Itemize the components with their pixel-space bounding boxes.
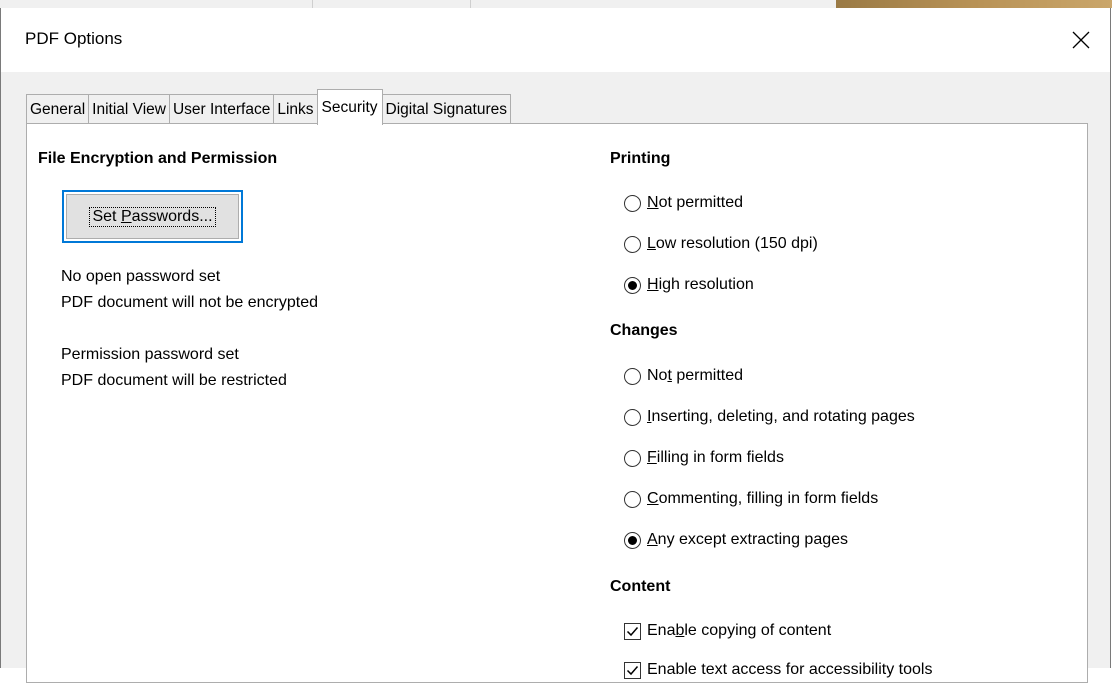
open-password-status: No open password set: [61, 268, 221, 285]
dialog-title: PDF Options: [25, 29, 123, 48]
security-panel: File Encryption and Permission Set Passw…: [26, 123, 1088, 683]
set-passwords-label: Set Passwords...: [89, 206, 216, 227]
radio-button-selected: [624, 276, 641, 294]
changes-commenting-radio[interactable]: Commenting, filling in form fields: [624, 486, 878, 512]
changes-heading: Changes: [610, 322, 678, 339]
option-label: Not permitted: [647, 194, 744, 211]
enable-copying-checkbox[interactable]: Enable copying of content: [624, 618, 831, 644]
option-label: Filling in form fields: [647, 449, 784, 466]
tab-links[interactable]: Links: [273, 94, 317, 124]
changes-not-permitted-radio[interactable]: Not permitted: [624, 363, 743, 389]
changes-filling-form-fields-radio[interactable]: Filling in form fields: [624, 445, 784, 471]
radio-dot: [628, 280, 637, 290]
changes-any-except-extracting-radio[interactable]: Any except extracting pages: [624, 527, 848, 553]
option-label: Inserting, deleting, and rotating pages: [647, 408, 915, 425]
checkmark-icon: [626, 626, 639, 636]
background-image: [836, 0, 1112, 8]
checkbox-checked: [624, 661, 641, 679]
printing-not-permitted-radio[interactable]: Not permitted: [624, 190, 743, 216]
tab-security[interactable]: Security: [316, 89, 383, 125]
close-icon: [1072, 31, 1090, 49]
radio-dot: [628, 535, 637, 545]
tab-general[interactable]: General: [26, 94, 89, 124]
title-bar: PDF Options: [1, 8, 1110, 72]
encryption-heading: File Encryption and Permission: [38, 150, 278, 167]
enable-accessibility-checkbox[interactable]: Enable text access for accessibility too…: [624, 657, 932, 683]
printing-heading: Printing: [610, 150, 671, 167]
restriction-status: PDF document will be restricted: [61, 372, 287, 389]
option-label: Not permitted: [647, 367, 744, 384]
background-window: [0, 0, 1112, 8]
set-passwords-button[interactable]: Set Passwords...: [62, 190, 243, 243]
background-divider: [312, 0, 313, 8]
content-heading: Content: [610, 578, 671, 595]
radio-button: [624, 449, 641, 467]
tab-initial-view[interactable]: Initial View: [88, 94, 169, 124]
tab-digital-signatures[interactable]: Digital Signatures: [382, 94, 511, 124]
permission-password-status: Permission password set: [61, 346, 239, 363]
radio-button: [624, 408, 641, 426]
checkmark-icon: [626, 665, 639, 675]
checkbox-checked: [624, 622, 641, 640]
radio-button: [624, 194, 641, 212]
set-passwords-button-face: Set Passwords...: [66, 194, 239, 239]
tab-bar: General Initial View User Interface Link…: [26, 86, 511, 125]
option-label: High resolution: [647, 276, 754, 293]
radio-button: [624, 490, 641, 508]
tab-user-interface[interactable]: User Interface: [168, 94, 274, 124]
background-divider: [470, 0, 471, 8]
option-label: Any except extracting pages: [647, 531, 849, 548]
option-label: Commenting, filling in form fields: [647, 490, 879, 507]
printing-high-resolution-radio[interactable]: High resolution: [624, 272, 754, 298]
encryption-status: PDF document will not be encrypted: [61, 294, 319, 311]
printing-low-resolution-radio[interactable]: Low resolution (150 dpi): [624, 231, 818, 257]
changes-inserting-deleting-radio[interactable]: Inserting, deleting, and rotating pages: [624, 404, 915, 430]
close-button[interactable]: [1052, 8, 1110, 72]
radio-button: [624, 235, 641, 253]
pdf-options-dialog: PDF Options General Initial View User In…: [0, 8, 1111, 683]
option-label: Enable text access for accessibility too…: [647, 661, 933, 678]
radio-button-selected: [624, 531, 641, 549]
option-label: Low resolution (150 dpi): [647, 235, 818, 252]
radio-button: [624, 367, 641, 385]
option-label: Enable copying of content: [647, 622, 832, 639]
